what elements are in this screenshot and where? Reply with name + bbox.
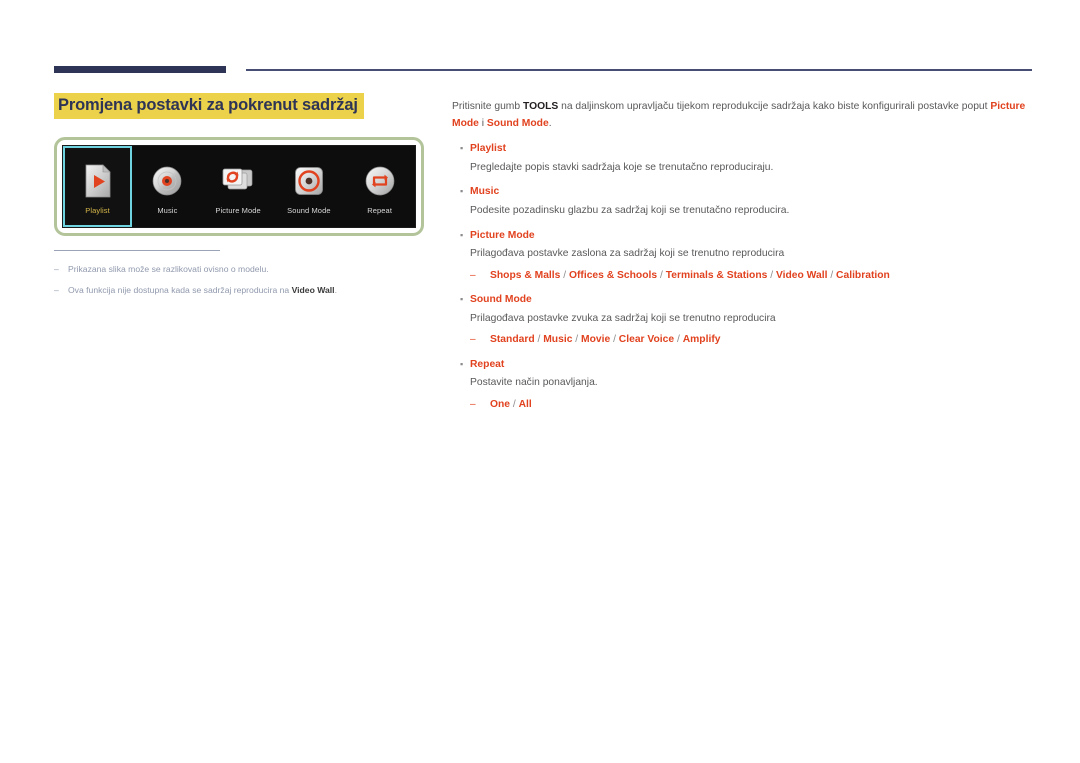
- option-value: Movie: [581, 334, 611, 346]
- intro-part3: i: [478, 117, 487, 129]
- footnote-text: Ova funkcija nije dostupna kada se sadrž…: [68, 284, 424, 296]
- sub-bullet-marker: –: [470, 398, 476, 410]
- page-title: Promjena postavki za pokrenut sadržaj: [54, 93, 364, 119]
- option-values: Shops & Malls / Offices & Schools / Term…: [490, 269, 890, 281]
- footnote-item: – Ova funkcija nije dostupna kada se sad…: [54, 284, 424, 296]
- option-item-picture-mode: ▪ Picture Mode Prilagođava postavke zasl…: [452, 228, 1032, 285]
- option-item-repeat: ▪ Repeat Postavite način ponavljanja. – …: [452, 357, 1032, 414]
- option-values: Standard / Music / Movie / Clear Voice /…: [490, 334, 721, 346]
- intro-part2: na daljinskom upravljaču tijekom reprodu…: [558, 101, 991, 112]
- music-disc-icon: [152, 159, 182, 203]
- toolbar-label-playlist: Playlist: [85, 205, 110, 215]
- option-value: Offices & Schools: [568, 269, 658, 281]
- footnotes-block: – Prikazana slika može se razlikovati ov…: [54, 250, 424, 306]
- option-body: Picture Mode Prilagođava postavke zaslon…: [470, 228, 1032, 285]
- picture-mode-cards-refresh-icon: [221, 159, 255, 203]
- intro-part4: .: [548, 117, 552, 129]
- bullet-marker: ▪: [460, 186, 464, 197]
- option-value: Terminals & Stations: [665, 269, 768, 281]
- footnote-text-before: Ova funkcija nije dostupna kada se sadrž…: [68, 285, 292, 296]
- option-value: All: [518, 398, 532, 410]
- option-value: Standard: [490, 334, 535, 346]
- option-body: Playlist Pregledajte popis stavki sadrža…: [470, 141, 1032, 176]
- option-item-playlist: ▪ Playlist Pregledajte popis stavki sadr…: [452, 141, 1032, 176]
- option-description: Prilagođava postavke zaslona za sadržaj …: [470, 248, 785, 260]
- option-description: Postavite način ponavljanja.: [470, 377, 598, 389]
- left-column: Promjena postavki za pokrenut sadržaj: [54, 93, 434, 119]
- device-screenshot-frame: Playlist Music Picture Mode Sound Mode R…: [54, 137, 424, 236]
- option-title: Playlist: [470, 143, 507, 155]
- bullet-marker: ▪: [460, 229, 464, 240]
- option-body: Music Podesite pozadinsku glazbu za sadr…: [470, 184, 1032, 219]
- option-value: One: [490, 398, 511, 410]
- toolbar-item-repeat[interactable]: Repeat: [344, 146, 415, 227]
- option-item-music: ▪ Music Podesite pozadinsku glazbu za sa…: [452, 184, 1032, 219]
- bullet-marker: ▪: [460, 294, 464, 305]
- option-body: Sound Mode Prilagođava postavke zvuka za…: [470, 292, 1032, 349]
- intro-tools-keyword: TOOLS: [522, 101, 559, 112]
- bullet-marker: ▪: [460, 358, 464, 369]
- option-body: Repeat Postavite način ponavljanja. – On…: [470, 357, 1032, 414]
- option-value: Shops & Malls: [490, 269, 561, 281]
- option-values-row: – One / All: [470, 397, 1032, 413]
- footnote-dash: –: [54, 285, 59, 296]
- toolbar-label-picture-mode: Picture Mode: [215, 205, 261, 215]
- option-description: Podesite pozadinsku glazbu za sadržaj ko…: [470, 204, 790, 216]
- option-title: Picture Mode: [470, 229, 535, 241]
- header-rule-thin: [246, 69, 1032, 71]
- footnote-dash: –: [54, 264, 59, 274]
- option-title: Sound Mode: [470, 294, 532, 306]
- footnote-divider: [54, 250, 220, 251]
- option-values-row: – Shops & Malls / Offices & Schools / Te…: [470, 268, 1032, 284]
- toolbar-label-repeat: Repeat: [367, 205, 393, 215]
- option-value: Calibration: [836, 269, 890, 281]
- footnote-item: – Prikazana slika može se razlikovati ov…: [54, 263, 424, 275]
- toolbar-item-music[interactable]: Music: [132, 146, 203, 227]
- repeat-loop-icon: [365, 159, 395, 203]
- footnote-text-before: Prikazana slika može se razlikovati ovis…: [68, 264, 269, 274]
- option-title: Repeat: [470, 358, 505, 370]
- footnote-text-after: .: [334, 285, 337, 296]
- intro-sound-mode-keyword: Sound Mode: [486, 117, 549, 129]
- toolbar-label-music: Music: [157, 205, 178, 215]
- option-value: Music: [543, 334, 573, 346]
- right-column: Pritisnite gumb TOOLS na daljinskom upra…: [452, 99, 1032, 413]
- header-rule-thick: [54, 66, 226, 73]
- option-value: Amplify: [682, 334, 721, 346]
- toolbar-item-sound-mode[interactable]: Sound Mode: [274, 146, 345, 227]
- option-value: Video Wall: [775, 269, 828, 281]
- option-item-sound-mode: ▪ Sound Mode Prilagođava postavke zvuka …: [452, 292, 1032, 349]
- option-description: Prilagođava postavke zvuka za sadržaj ko…: [470, 312, 776, 324]
- bullet-marker: ▪: [460, 143, 464, 154]
- option-description: Pregledajte popis stavki sadržaja koje s…: [470, 161, 774, 173]
- sub-bullet-marker: –: [470, 334, 476, 346]
- playlist-page-play-icon: [84, 159, 112, 203]
- toolbar-item-picture-mode[interactable]: Picture Mode: [203, 146, 274, 227]
- sub-bullet-marker: –: [470, 269, 476, 281]
- device-osd-toolbar: Playlist Music Picture Mode Sound Mode R…: [62, 145, 416, 228]
- footnote-bold-term: Video Wall: [291, 285, 335, 296]
- page-header-rules: [0, 0, 1080, 90]
- option-values-row: – Standard / Music / Movie / Clear Voice…: [470, 332, 1032, 348]
- toolbar-label-sound-mode: Sound Mode: [287, 205, 331, 215]
- sound-mode-dial-icon: [294, 159, 324, 203]
- toolbar-item-playlist[interactable]: Playlist: [63, 146, 132, 227]
- option-value: Clear Voice: [618, 334, 675, 346]
- option-title: Music: [470, 186, 500, 198]
- intro-part1: Pritisnite gumb: [452, 101, 523, 112]
- footnote-text: Prikazana slika može se razlikovati ovis…: [68, 263, 424, 275]
- intro-paragraph: Pritisnite gumb TOOLS na daljinskom upra…: [452, 99, 1032, 132]
- option-values: One / All: [490, 398, 532, 410]
